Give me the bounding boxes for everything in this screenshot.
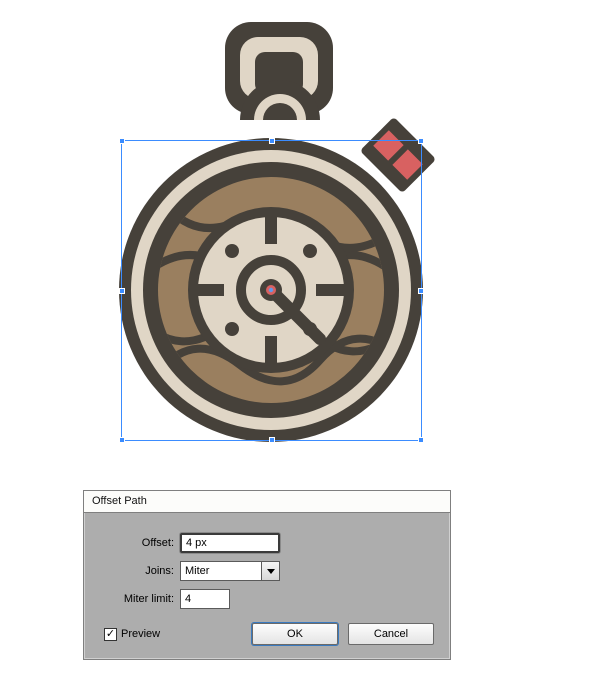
selection-handle[interactable] — [119, 138, 125, 144]
preview-checkbox[interactable]: ✓ — [104, 628, 117, 641]
offset-label: Offset: — [100, 537, 174, 549]
miter-limit-label: Miter limit: — [100, 593, 174, 605]
joins-select[interactable]: Miter — [180, 561, 280, 581]
preview-label: Preview — [121, 628, 160, 640]
selection-handle[interactable] — [119, 437, 125, 443]
selection-bounding-box[interactable] — [121, 140, 422, 441]
cancel-button[interactable]: Cancel — [348, 623, 434, 645]
selection-handle[interactable] — [269, 138, 275, 144]
illustration-canvas[interactable] — [0, 0, 600, 470]
selection-handle[interactable] — [269, 437, 275, 443]
selection-handle[interactable] — [418, 138, 424, 144]
miter-limit-input[interactable] — [180, 589, 230, 609]
chevron-down-icon[interactable] — [261, 562, 279, 580]
ok-button[interactable]: OK — [252, 623, 338, 645]
offset-path-dialog: Offset Path Offset: Joins: Miter Miter l… — [83, 490, 451, 660]
selection-handle[interactable] — [119, 288, 125, 294]
joins-select-value: Miter — [181, 562, 261, 580]
selection-handle[interactable] — [418, 288, 424, 294]
selection-handle[interactable] — [418, 437, 424, 443]
offset-input[interactable] — [180, 533, 280, 553]
dialog-title: Offset Path — [84, 491, 450, 513]
joins-label: Joins: — [100, 565, 174, 577]
